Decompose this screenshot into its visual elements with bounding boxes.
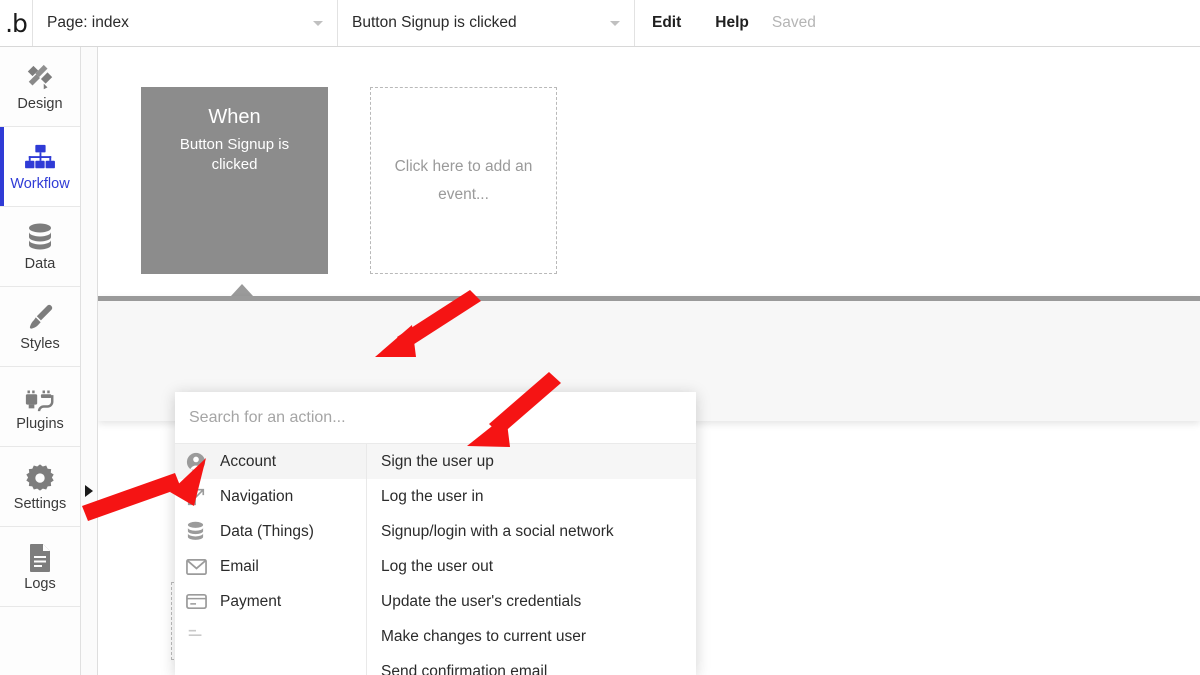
workflow-tree-icon [24, 141, 56, 175]
action-category-list: Account Navigation Data (Things) Email P… [175, 444, 367, 675]
category-item-label: Navigation [220, 487, 294, 505]
bubble-logo-glyph: .b [5, 8, 28, 38]
sidebar-item-logs[interactable]: Logs [0, 527, 80, 607]
event-block-when[interactable]: When Button Signup is clicked [141, 87, 328, 274]
action-option-signup-login-social-network[interactable]: Signup/login with a social network [367, 514, 696, 549]
sidebar-item-label: Design [17, 96, 63, 113]
design-tools-icon [25, 61, 55, 95]
chevron-down-icon [610, 21, 620, 26]
category-item-next[interactable] [175, 619, 366, 654]
sidebar-item-label: Styles [20, 336, 60, 353]
sidebar-item-label: Workflow [10, 176, 70, 193]
edit-menu[interactable]: Edit [635, 0, 698, 46]
event-selector[interactable]: Button Signup is clicked [338, 0, 635, 46]
page-selector[interactable]: Page: index [33, 0, 338, 46]
action-option-log-the-user-in[interactable]: Log the user in [367, 479, 696, 514]
triangle-right-icon[interactable] [85, 485, 93, 497]
sidebar-item-label: Plugins [16, 416, 64, 433]
help-menu[interactable]: Help [698, 0, 766, 46]
document-lines-icon [27, 541, 53, 575]
event-block-title: When [208, 106, 261, 128]
top-toolbar: .b Page: index Button Signup is clicked … [0, 0, 1200, 47]
canvas-gutter [81, 47, 98, 675]
category-item-label: Payment [220, 592, 282, 610]
action-picker-body: Account Navigation Data (Things) Email P… [175, 444, 696, 675]
action-option-send-confirmation-email[interactable]: Send confirmation email [367, 654, 696, 675]
sidebar-item-label: Logs [24, 576, 56, 593]
partial-icon [186, 627, 214, 647]
credit-card-icon [186, 593, 214, 610]
action-option-make-changes-current-user[interactable]: Make changes to current user [367, 619, 696, 654]
gear-icon [25, 461, 55, 495]
envelope-icon [186, 558, 214, 576]
sidebar-item-workflow[interactable]: Workflow [0, 127, 80, 207]
category-item-navigation[interactable]: Navigation [175, 479, 366, 514]
action-search-placeholder: Search for an action... [189, 408, 346, 426]
page-selector-label: Page: index [47, 14, 129, 31]
category-item-label: Data (Things) [220, 522, 314, 540]
left-sidebar: Design Workflow Data Styles Plugins Sett… [0, 47, 81, 675]
action-option-log-the-user-out[interactable]: Log the user out [367, 549, 696, 584]
panel-notch-triangle-icon [231, 284, 253, 296]
action-option-sign-the-user-up[interactable]: Sign the user up [367, 444, 696, 479]
workflow-canvas: When Button Signup is clicked Click here… [98, 47, 1200, 675]
user-circle-icon [186, 452, 214, 472]
sidebar-item-label: Data [24, 256, 56, 273]
category-item-account[interactable]: Account [175, 444, 366, 479]
database-icon [186, 521, 214, 542]
sidebar-item-settings[interactable]: Settings [0, 447, 80, 527]
action-search-input[interactable]: Search for an action... [175, 392, 696, 444]
category-item-email[interactable]: Email [175, 549, 366, 584]
event-selector-label: Button Signup is clicked [352, 14, 517, 31]
category-item-label: Email [220, 557, 259, 575]
category-item-data-things[interactable]: Data (Things) [175, 514, 366, 549]
chevron-down-icon [313, 21, 323, 26]
sidebar-item-data[interactable]: Data [0, 207, 80, 287]
category-item-label: Account [220, 452, 277, 470]
save-status: Saved [771, 14, 816, 31]
action-picker-dropdown: Search for an action... Account Navigati… [175, 392, 696, 675]
database-icon [27, 221, 53, 255]
paintbrush-icon [25, 301, 55, 335]
action-option-list: Sign the user up Log the user in Signup/… [367, 444, 696, 675]
sidebar-item-styles[interactable]: Styles [0, 287, 80, 367]
plug-icon [24, 381, 56, 415]
category-item-payment[interactable]: Payment [175, 584, 366, 619]
bubble-logo[interactable]: .b [0, 0, 33, 46]
event-block-subtitle: Button Signup is clicked [179, 136, 290, 174]
external-link-icon [186, 487, 214, 507]
action-option-update-user-credentials[interactable]: Update the user's credentials [367, 584, 696, 619]
add-event-placeholder[interactable]: Click here to add an event... [370, 87, 557, 274]
sidebar-item-design[interactable]: Design [0, 47, 80, 127]
sidebar-item-label: Settings [13, 496, 67, 513]
sidebar-item-plugins[interactable]: Plugins [0, 367, 80, 447]
